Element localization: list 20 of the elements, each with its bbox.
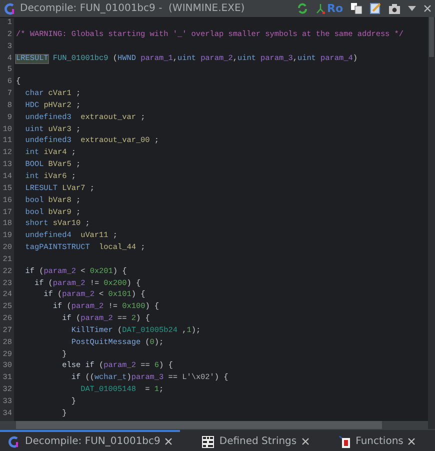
close-icon[interactable]	[424, 5, 431, 12]
tab[interactable]: Defined Strings	[194, 430, 317, 451]
tab[interactable]: Functions	[330, 430, 424, 451]
tab[interactable]: Decompile: FUN_01001bc9	[0, 430, 180, 451]
decompiler-icon	[4, 2, 16, 14]
close-icon[interactable]	[165, 438, 172, 445]
copy-icon[interactable]	[351, 3, 362, 14]
edit-icon[interactable]	[370, 3, 381, 14]
scrollbar-thumb[interactable]	[429, 17, 434, 57]
table-icon	[202, 436, 214, 448]
camera-icon[interactable]	[389, 4, 400, 14]
graph-icon[interactable]	[316, 3, 325, 14]
dropdown-caret-icon[interactable]	[408, 6, 416, 11]
window-title: Decompile: FUN_01001bc9 - (WINMINE.EXE)	[20, 3, 246, 14]
document-icon	[338, 436, 351, 448]
scrollbar-thumb[interactable]	[16, 421, 382, 429]
close-icon[interactable]	[302, 438, 309, 445]
decompiler-icon	[8, 436, 20, 448]
close-icon[interactable]	[408, 438, 416, 445]
refresh-icon[interactable]	[296, 3, 308, 14]
